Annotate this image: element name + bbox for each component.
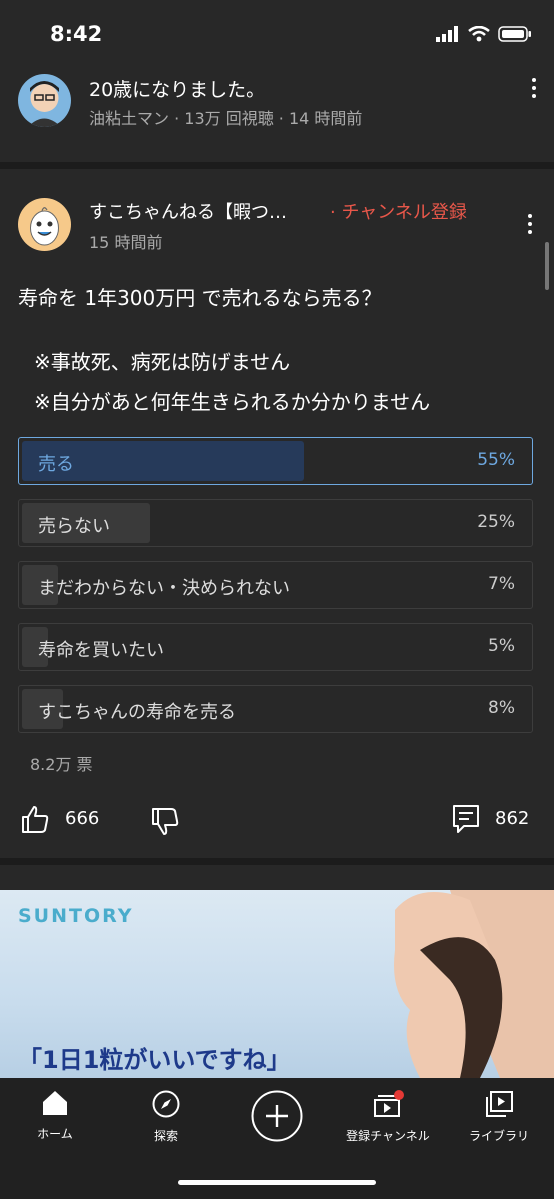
post-time: 15 時間前: [89, 233, 163, 252]
library-icon: [486, 1091, 513, 1117]
poll-option[interactable]: まだわからない・決められない 7%: [18, 561, 533, 609]
poll-option-label: 売る: [38, 454, 74, 475]
poll-option-label: 売らない: [38, 516, 110, 537]
poll-option-label: すこちゃんの寿命を売る: [38, 702, 236, 723]
nav-subscriptions-label: 登録チャンネル: [346, 1129, 430, 1143]
nav-explore-label: 探索: [153, 1129, 178, 1143]
post-more-icon[interactable]: [528, 214, 532, 234]
post-channel-avatar[interactable]: [18, 198, 71, 251]
divider: [0, 162, 554, 169]
poll-option-percent: 8%: [488, 698, 515, 718]
nav-subscriptions[interactable]: 登録チャンネル: [333, 1090, 443, 1144]
nav-library[interactable]: ライブラリ: [444, 1090, 554, 1144]
wifi-icon: [468, 26, 490, 42]
home-icon: [43, 1091, 67, 1115]
battery-icon: [498, 26, 531, 42]
status-icons: [436, 26, 532, 42]
poll-option-label: まだわからない・決められない: [38, 578, 290, 599]
post-note-1: ※事故死、病死は防げません: [34, 350, 291, 374]
nav-home-label: ホーム: [37, 1127, 73, 1141]
poll-option[interactable]: 売らない 25%: [18, 499, 533, 547]
home-indicator[interactable]: [178, 1180, 376, 1185]
comment-icon[interactable]: [452, 804, 480, 834]
post-note-2: ※自分があと何年生きられるか分かりません: [34, 390, 431, 414]
poll-option[interactable]: 寿命を買いたい 5%: [18, 623, 533, 671]
ad-brand-logo: SUNTORY: [18, 905, 134, 927]
like-count: 666: [65, 808, 100, 829]
scroll-indicator: [545, 242, 549, 290]
nav-explore[interactable]: 探索: [111, 1090, 221, 1144]
subscriptions-icon: [374, 1090, 404, 1117]
dislike-icon[interactable]: [150, 806, 180, 836]
comment-count: 862: [495, 808, 530, 829]
status-time: 8:42: [50, 22, 103, 46]
video-meta: 油粘土マン · 13万 回視聴 · 14 時間前: [89, 109, 363, 128]
channel-avatar[interactable]: [18, 74, 71, 127]
poll-option-percent: 5%: [488, 636, 515, 656]
post-text: 寿命を 1年300万円 で売れるなら売る？: [18, 286, 382, 310]
nav-home[interactable]: ホーム: [0, 1090, 110, 1142]
poll-option-label: 寿命を買いたい: [38, 640, 164, 661]
subscribe-link[interactable]: · チャンネル登録: [330, 198, 467, 224]
like-icon[interactable]: [20, 804, 50, 834]
video-more-icon[interactable]: [532, 78, 536, 98]
ad-copy: 「1日1粒がいいですね」: [18, 1046, 291, 1074]
signal-icon: [436, 26, 458, 42]
poll-option-percent: 55%: [477, 450, 515, 470]
compass-icon: [152, 1090, 180, 1118]
video-title[interactable]: 20歳になりました。: [89, 75, 265, 102]
poll-option[interactable]: 売る 55%: [18, 437, 533, 485]
nav-create[interactable]: [222, 1090, 332, 1145]
poll-option-percent: 7%: [488, 574, 515, 594]
nav-library-label: ライブラリ: [468, 1129, 529, 1143]
divider: [0, 858, 554, 865]
post-channel-name[interactable]: すこちゃんねる【暇つ…: [89, 198, 287, 224]
create-plus-icon: [251, 1090, 303, 1142]
poll-option[interactable]: すこちゃんの寿命を売る 8%: [18, 685, 533, 733]
poll-vote-count: 8.2万 票: [30, 755, 93, 774]
poll-option-percent: 25%: [477, 512, 515, 532]
